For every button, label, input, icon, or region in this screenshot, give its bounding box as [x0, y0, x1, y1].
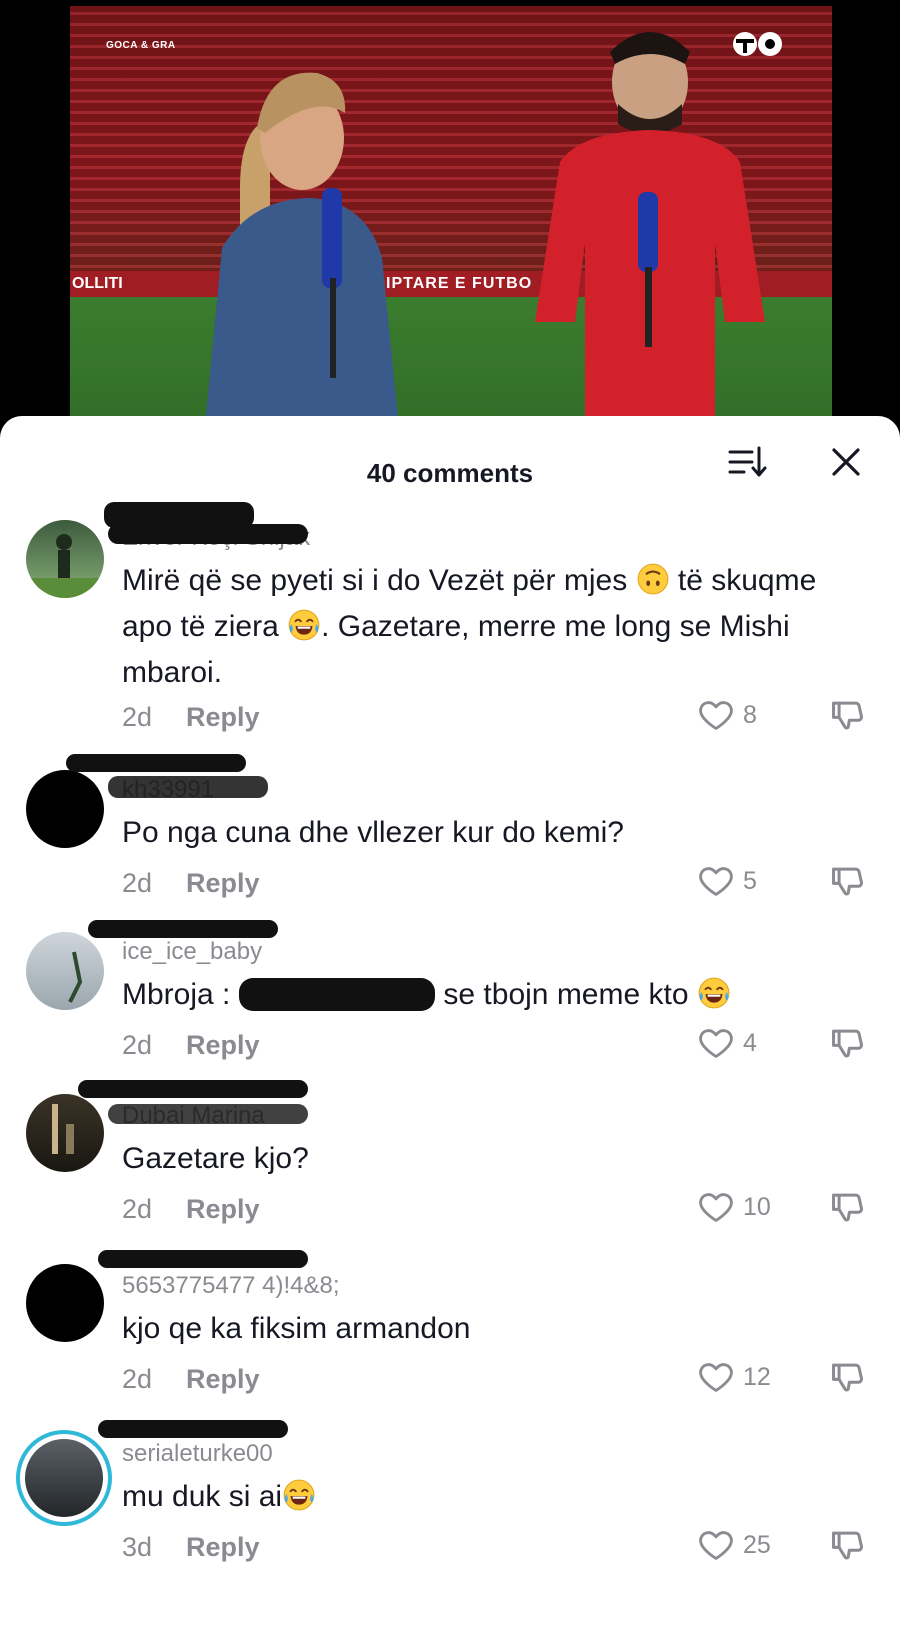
- comment-item: Enver Keçi Shijak Mirë që se pyeti si i …: [0, 496, 900, 756]
- comment-text-part: mu duk si ai: [122, 1480, 283, 1513]
- reporter-figure: [202, 72, 402, 450]
- sort-icon[interactable]: [728, 442, 768, 482]
- comment-age: 2d: [122, 1364, 153, 1394]
- comment-meta: 2d Reply: [122, 702, 260, 733]
- comment-item: serialeturke00 mu duk si ai 3d Reply 25: [0, 1416, 900, 1596]
- comment-username[interactable]: serialeturke00: [122, 1440, 273, 1468]
- comment-text: kjo qe ka fiksim armandon: [122, 1312, 471, 1345]
- comment-item: 5653775477 4)!4&8; kjo qe ka fiksim arma…: [0, 1246, 900, 1416]
- username-redaction: [78, 1080, 308, 1098]
- heart-outline-icon: [697, 696, 735, 734]
- like-count: 10: [743, 1192, 771, 1221]
- video-watermark: GOCA & GRA: [106, 40, 176, 51]
- comment-text: Po nga cuna dhe vllezer kur do kemi?: [122, 816, 624, 849]
- face-with-tears-of-joy-emoji: [287, 608, 321, 642]
- heart-outline-icon: [697, 1188, 735, 1226]
- reply-button[interactable]: Reply: [186, 1532, 260, 1562]
- comments-sheet: 40 comments Enver Keçi Shijak Mirë që se…: [0, 416, 900, 1644]
- reply-button[interactable]: Reply: [186, 1030, 260, 1060]
- comment-age: 3d: [122, 1532, 153, 1562]
- face-with-tears-of-joy-emoji: [282, 1478, 316, 1512]
- comment-meta: 3d Reply: [122, 1532, 260, 1563]
- banner-left-text: OLLITI: [72, 275, 123, 292]
- thumbs-down-icon[interactable]: [828, 1358, 866, 1396]
- comment-username[interactable]: ice_ice_baby: [122, 938, 262, 966]
- avatar-photo: [25, 1439, 103, 1517]
- heart-outline-icon: [697, 1526, 735, 1564]
- comment-text: mu duk si ai: [122, 1474, 822, 1520]
- heart-outline-icon: [697, 1024, 735, 1062]
- video-player[interactable]: OLLITI HQIPTARE E FUTBO GOCA & GRA: [0, 0, 900, 450]
- comment-age: 2d: [122, 702, 153, 732]
- comment-text-part: Mbroja :: [122, 978, 239, 1011]
- comment-text: Gazetare kjo?: [122, 1142, 309, 1175]
- username-redaction: [88, 920, 278, 938]
- comment-item: kh33991 Po nga cuna dhe vllezer kur do k…: [0, 746, 900, 906]
- like-count: 12: [743, 1362, 771, 1391]
- player-figure: [535, 32, 765, 450]
- avatar[interactable]: [26, 932, 104, 1010]
- like-count: 8: [743, 700, 757, 729]
- comment-item: ice_ice_baby Mbroja : o krriii o karijii…: [0, 916, 900, 1076]
- video-frame: OLLITI HQIPTARE E FUTBO GOCA & GRA: [70, 6, 832, 450]
- comment-text-redacted: o krriii o karijiii: [238, 978, 436, 1011]
- username-redaction: [98, 1250, 308, 1268]
- thumbs-down-icon[interactable]: [828, 1526, 866, 1564]
- thumbs-down-icon[interactable]: [828, 696, 866, 734]
- comment-age: 2d: [122, 1194, 153, 1224]
- close-icon[interactable]: [826, 442, 866, 482]
- comment-text-part: Mirë që se pyeti si i do Vezët për mjes: [122, 564, 636, 597]
- comment-meta: 2d Reply: [122, 868, 260, 899]
- avatar[interactable]: [16, 1430, 112, 1526]
- thumbs-down-icon[interactable]: [828, 1024, 866, 1062]
- username-redaction: [66, 754, 246, 772]
- like-button[interactable]: 8: [697, 696, 757, 734]
- username-redaction: [108, 776, 268, 798]
- reply-button[interactable]: Reply: [186, 868, 260, 898]
- comment-meta: 2d Reply: [122, 1194, 260, 1225]
- like-button[interactable]: 4: [697, 1024, 757, 1062]
- upside-down-face-emoji: [636, 562, 670, 596]
- reply-button[interactable]: Reply: [186, 702, 260, 732]
- like-button[interactable]: 10: [697, 1188, 771, 1226]
- avatar[interactable]: [26, 520, 104, 598]
- like-button[interactable]: 5: [697, 862, 757, 900]
- thumbs-down-icon[interactable]: [828, 862, 866, 900]
- like-count: 4: [743, 1028, 757, 1057]
- comment-username[interactable]: 5653775477 4)!4&8;: [122, 1272, 340, 1300]
- avatar[interactable]: [26, 770, 104, 848]
- comment-meta: 2d Reply: [122, 1030, 260, 1061]
- comment-text: Mbroja : o krriii o karijiii se tbojn me…: [122, 972, 822, 1018]
- heart-outline-icon: [697, 862, 735, 900]
- username-redaction: [108, 1104, 308, 1124]
- like-count: 25: [743, 1530, 771, 1559]
- comment-age: 2d: [122, 1030, 153, 1060]
- comment-text: Mirë që se pyeti si i do Vezët për mjes …: [122, 558, 822, 696]
- comment-item: Dubai Marina Gazetare kjo? 2dReply 10: [0, 1076, 900, 1246]
- like-button[interactable]: 25: [697, 1526, 771, 1564]
- heart-outline-icon: [697, 1358, 735, 1396]
- comment-text-part: se tbojn meme kto: [435, 978, 697, 1011]
- username-redaction: [98, 1420, 288, 1438]
- comment-meta: 2d Reply: [122, 1364, 260, 1395]
- like-count: 5: [743, 866, 757, 895]
- reply-button[interactable]: Reply: [186, 1194, 260, 1224]
- thumbs-down-icon[interactable]: [828, 1188, 866, 1226]
- reply-button[interactable]: Reply: [186, 1364, 260, 1394]
- like-button[interactable]: 12: [697, 1358, 771, 1396]
- avatar[interactable]: [26, 1264, 104, 1342]
- username-redaction: [108, 524, 308, 544]
- comment-age: 2d: [122, 868, 153, 898]
- avatar[interactable]: [26, 1094, 104, 1172]
- face-with-tears-of-joy-emoji: [697, 976, 731, 1010]
